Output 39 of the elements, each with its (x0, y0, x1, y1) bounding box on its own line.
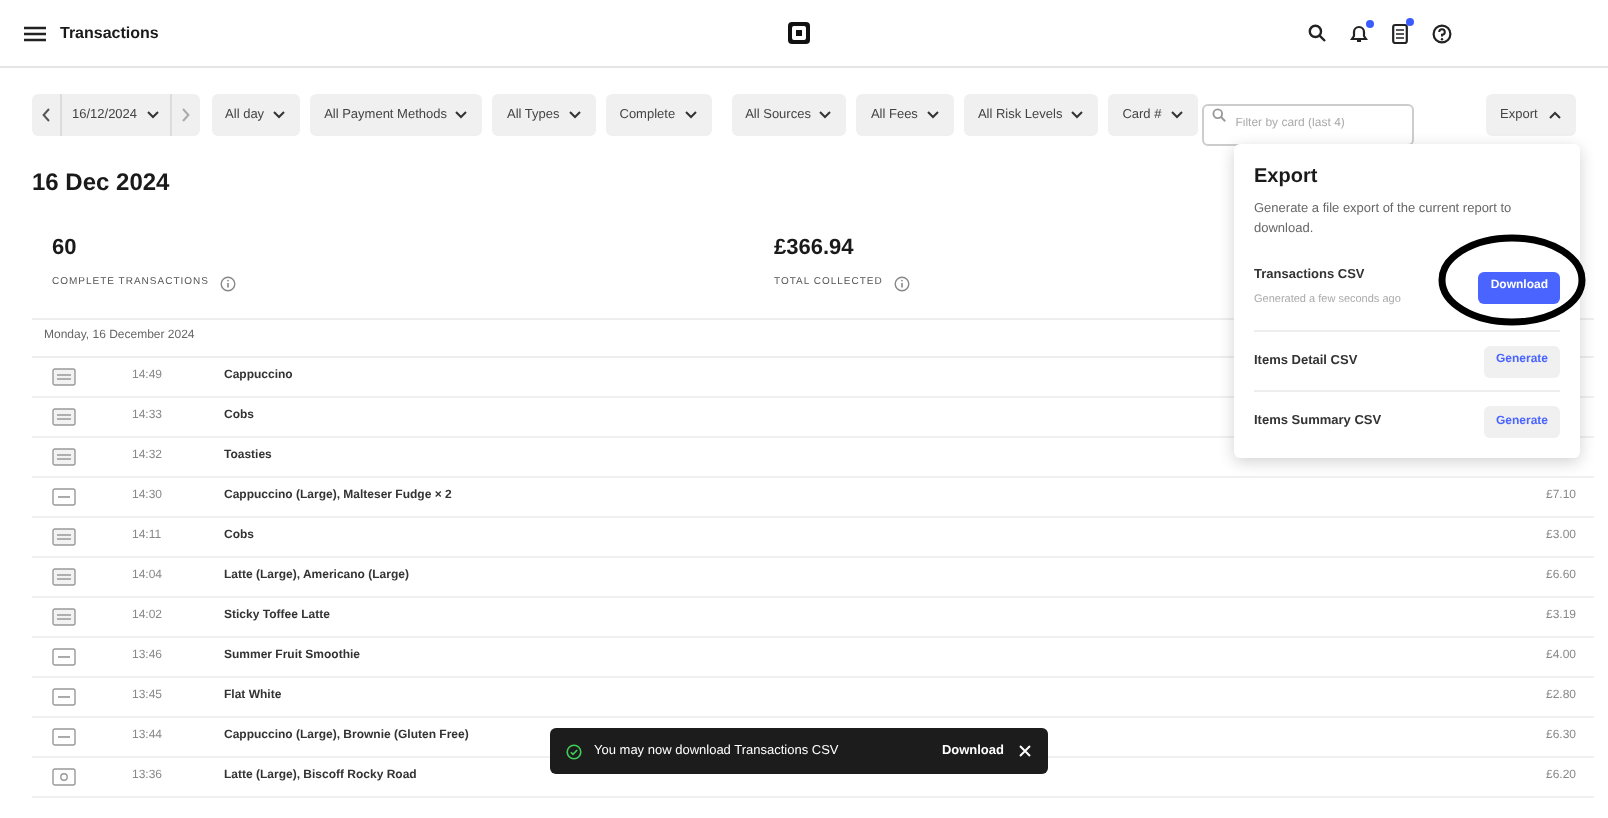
search-icon (1211, 108, 1226, 122)
card-icon (52, 487, 76, 505)
chevron-down-icon (818, 110, 833, 120)
card-icon (52, 407, 76, 425)
card-icon (52, 687, 76, 705)
chevron-down-icon (145, 110, 160, 120)
chevron-down-icon (1169, 110, 1184, 120)
card-icon (52, 567, 76, 585)
page-header-title: Transactions (60, 21, 159, 45)
card-icon (52, 367, 76, 385)
card-icon (52, 447, 76, 465)
info-icon[interactable] (220, 275, 237, 291)
popover-title: Export (1254, 164, 1318, 192)
chevron-down-icon (567, 110, 582, 120)
card-icon (52, 527, 76, 545)
help-icon[interactable] (1432, 23, 1452, 43)
card-icon (52, 727, 76, 745)
chevron-right-icon (181, 108, 190, 122)
stat-value: £366.94 (774, 234, 854, 264)
page-title: 16 Dec 2024 (32, 166, 170, 200)
close-icon[interactable] (1018, 744, 1032, 758)
chevron-left-icon (42, 108, 50, 122)
check-circle-icon (566, 743, 582, 759)
card-icon (52, 767, 76, 785)
chevron-down-icon (272, 110, 287, 120)
info-icon[interactable] (894, 275, 911, 291)
search-icon[interactable] (1308, 24, 1326, 42)
menu-icon[interactable] (24, 25, 46, 41)
stat-value: 60 (52, 234, 77, 264)
chevron-up-icon (1547, 110, 1562, 120)
card-icon (52, 607, 76, 625)
bell-icon[interactable] (1350, 23, 1368, 43)
logo-icon (788, 22, 810, 44)
chevron-down-icon (925, 110, 940, 120)
clipboard-icon[interactable] (1392, 22, 1408, 44)
chevron-down-icon (454, 110, 469, 120)
card-icon (52, 647, 76, 665)
chevron-down-icon (1070, 110, 1085, 120)
chevron-down-icon (683, 110, 698, 120)
